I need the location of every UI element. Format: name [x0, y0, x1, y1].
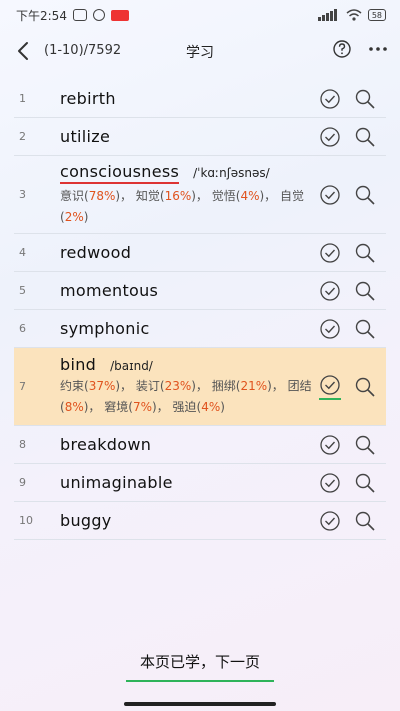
check-circle-icon[interactable] — [319, 510, 341, 532]
word-index: 9 — [19, 476, 26, 489]
status-bar: 下午2:54 58 — [0, 0, 400, 30]
word-index: 1 — [19, 92, 26, 105]
signal-icon — [317, 9, 337, 21]
check-circle-icon[interactable] — [319, 88, 341, 110]
sense-percent: 2% — [64, 209, 84, 224]
word-text: momentous — [60, 281, 159, 300]
check-circle-icon[interactable] — [319, 434, 341, 456]
phonetic: /ˈkɑːnʃəsnəs/ — [193, 165, 270, 180]
word-row[interactable]: 4 redwood — [14, 234, 386, 272]
sense-percent: 7% — [132, 400, 152, 414]
sense-text: 知觉 — [135, 188, 160, 203]
word-text: rebirth — [60, 89, 116, 108]
word-text: breakdown — [60, 435, 152, 454]
sense-percent: 8% — [64, 400, 84, 414]
sense-text: 捆绑 — [211, 379, 236, 393]
search-icon[interactable] — [354, 376, 376, 398]
word-index: 6 — [19, 322, 26, 335]
word-list: 1 rebirth 2 utilize 3 consciousness /ˈkɑ… — [14, 80, 386, 540]
word-row[interactable]: 9 unimaginable — [14, 464, 386, 502]
app-notification-icon — [92, 9, 105, 21]
word-row[interactable]: 1 rebirth — [14, 80, 386, 118]
check-circle-icon[interactable] — [319, 184, 341, 206]
word-index: 10 — [19, 514, 33, 527]
search-icon[interactable] — [354, 510, 376, 532]
word-text: redwood — [60, 243, 132, 262]
word-index: 8 — [19, 438, 26, 451]
word-row[interactable]: 10 buggy — [14, 502, 386, 540]
sense-percent: 23% — [164, 379, 192, 393]
check-circle-icon[interactable] — [319, 374, 341, 400]
app-badge-icon — [110, 9, 129, 21]
search-icon[interactable] — [354, 434, 376, 456]
sense-percent: 16% — [164, 188, 192, 203]
search-icon[interactable] — [354, 280, 376, 302]
sense-text: 约束 — [60, 379, 85, 393]
search-icon[interactable] — [354, 318, 376, 340]
word-row[interactable]: 6 symphonic — [14, 310, 386, 348]
next-page-button[interactable]: 本页已学，下一页 — [126, 648, 274, 682]
sense-text: 自觉 — [280, 188, 305, 203]
word-row[interactable]: 3 consciousness /ˈkɑːnʃəsnəs/ 意识(78%)， 知… — [14, 156, 386, 234]
check-circle-icon[interactable] — [319, 318, 341, 340]
search-icon[interactable] — [354, 242, 376, 264]
phonetic: /baɪnd/ — [110, 359, 153, 373]
status-time: 下午2:54 — [16, 8, 67, 23]
help-icon[interactable] — [332, 39, 352, 59]
search-icon[interactable] — [354, 126, 376, 148]
more-icon[interactable] — [366, 39, 390, 59]
sense-list: 意识(78%)， 知觉(16%)， 觉悟(4%)， 自觉(2%) — [60, 188, 305, 224]
word-index: 2 — [19, 130, 26, 143]
sense-percent: 4% — [240, 188, 260, 203]
word-index: 4 — [19, 246, 26, 259]
word-row[interactable]: 8 breakdown — [14, 426, 386, 464]
page-counter: (1-10)/7592 — [44, 43, 122, 58]
sense-percent: 37% — [88, 379, 116, 393]
word-row[interactable]: 5 momentous — [14, 272, 386, 310]
word-index: 5 — [19, 284, 26, 297]
word-row[interactable]: 2 utilize — [14, 118, 386, 156]
check-circle-icon[interactable] — [319, 126, 341, 148]
check-circle-icon[interactable] — [319, 472, 341, 494]
home-indicator[interactable] — [124, 702, 276, 706]
word-text: unimaginable — [60, 473, 173, 492]
battery-indicator: 58 — [367, 9, 386, 21]
sense-percent: 21% — [240, 379, 268, 393]
check-circle-icon[interactable] — [319, 242, 341, 264]
sense-text: 强迫 — [172, 400, 197, 414]
word-text: buggy — [60, 511, 112, 530]
check-circle-icon[interactable] — [319, 280, 341, 302]
word-index: 3 — [19, 188, 26, 201]
back-icon[interactable] — [14, 40, 34, 62]
sense-text: 窘境 — [104, 400, 129, 414]
word-text: bind — [60, 355, 97, 374]
search-icon[interactable] — [354, 184, 376, 206]
header: (1-10)/7592 学习 — [0, 30, 400, 72]
sense-text: 觉悟 — [211, 188, 236, 203]
word-text: utilize — [60, 127, 111, 146]
sense-text: 团结 — [287, 379, 312, 393]
search-icon[interactable] — [354, 472, 376, 494]
word-text: consciousness — [60, 162, 180, 184]
notification-icon — [72, 9, 87, 21]
word-row-selected[interactable]: 7 bind /baɪnd/ 约束(37%)， 装订(23%)， 捆绑(21%)… — [14, 348, 386, 426]
sense-text: 意识 — [60, 188, 85, 203]
wifi-icon — [346, 9, 362, 21]
word-index: 7 — [19, 380, 26, 393]
sense-text: 装订 — [135, 379, 160, 393]
sense-list: 约束(37%)， 装订(23%)， 捆绑(21%)， 团结(8%)， 窘境(7%… — [60, 379, 312, 414]
sense-percent: 78% — [88, 188, 116, 203]
word-text: symphonic — [60, 319, 150, 338]
sense-percent: 4% — [201, 400, 221, 414]
search-icon[interactable] — [354, 88, 376, 110]
